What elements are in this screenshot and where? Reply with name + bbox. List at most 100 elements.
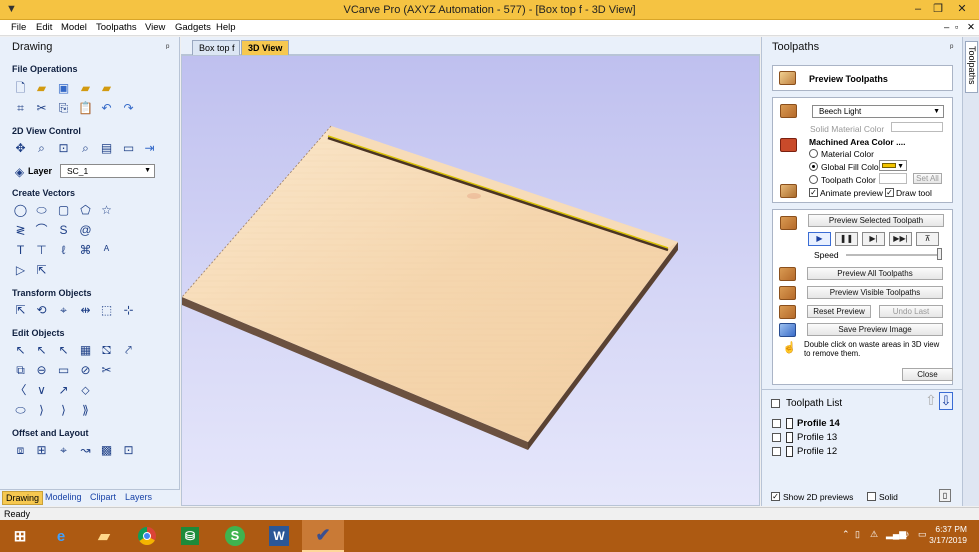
tray-device-icon[interactable]: ▯ [855,529,860,540]
file-explorer-icon[interactable]: ▰ [89,523,119,549]
minimize-button[interactable]: – [908,2,928,17]
solid-checkbox[interactable] [867,492,876,501]
rectangle-icon[interactable]: ▢ [56,202,71,217]
menu-toolpaths[interactable]: Toolpaths [96,22,137,33]
step-forward-button[interactable]: ▶| [862,232,885,246]
trim-icon[interactable]: ⊘ [78,362,93,377]
toolpath-visibility-checkbox[interactable] [772,433,781,442]
close-button[interactable]: Close [902,368,953,381]
text-box-icon[interactable]: ⊤ [34,242,49,257]
trace-bitmap-icon[interactable]: ▷ [13,262,28,277]
dimension-icon[interactable]: ⇱ [34,262,49,277]
tray-action-center-icon[interactable]: ▭ [918,529,927,540]
preview-selected-toolpath-button[interactable]: Preview Selected Toolpath [808,214,944,227]
nesting-icon[interactable]: ▩ [99,442,114,457]
text-icon[interactable]: T [13,242,28,257]
speed-slider-thumb[interactable] [937,248,942,260]
start-windows-icon[interactable]: ⊞ [5,523,35,549]
interactive-select-icon[interactable]: ↖ [56,342,71,357]
tab-box-top[interactable]: Box top f [192,40,240,55]
toolpath-color-picker[interactable] [879,173,907,184]
zoom-extents-icon[interactable]: ⊡ [56,140,71,155]
pan-icon[interactable]: ✥ [13,140,28,155]
arc-icon[interactable]: ⌒ [34,222,49,237]
paste-icon[interactable]: 📋 [78,100,93,115]
offset-icon[interactable]: ⧈ [13,442,28,457]
rulers-icon[interactable]: ▭ [121,140,136,155]
ungroup-icon[interactable]: ⛞ [99,342,114,357]
vcarve-taskbar-icon[interactable]: ✔ [302,520,344,552]
material-color-radio[interactable] [809,149,818,158]
fillet-icon[interactable]: 〈 [13,382,28,397]
curve-fit-icon[interactable]: ⟩ [34,402,49,417]
join-open-icon[interactable]: ⟫ [78,402,93,417]
copy-icon[interactable]: ⎘ [56,100,71,115]
curve-icon[interactable]: S [56,222,71,237]
mirror-icon[interactable]: ⌖ [56,302,71,317]
menu-view[interactable]: View [145,22,165,33]
import-icon[interactable]: ▰ [99,80,114,95]
restore-button[interactable]: ❐ [928,2,948,17]
tab-toolpaths-vertical[interactable]: Toolpaths [965,41,978,93]
pin-icon[interactable]: ᵖ [950,42,953,52]
select-icon[interactable]: ↖ [13,342,28,357]
move-icon[interactable]: ⇱ [13,302,28,317]
auto-layout-text-icon[interactable]: ⌘ [78,242,93,257]
toolpath-visibility-checkbox[interactable] [772,447,781,456]
word-icon[interactable]: W [264,523,294,549]
list-item[interactable]: Profile 14 [762,417,963,431]
polygon-icon[interactable]: ⬠ [78,202,93,217]
collapse-button[interactable]: ⊼ [916,232,939,246]
toolpath-color-radio[interactable] [809,175,818,184]
toolpath-settings-icon[interactable]: ▯ [939,489,951,502]
node-edit-icon[interactable]: ↖ [34,342,49,357]
global-fill-color-radio[interactable] [809,162,818,171]
new-file-icon[interactable]: 🗋 [13,80,28,95]
weld-icon[interactable]: ⧉ [13,362,28,377]
preview-visible-toolpaths-button[interactable]: Preview Visible Toolpaths [807,286,943,299]
toolpath-visibility-checkbox[interactable] [772,419,781,428]
play-button[interactable]: ▶ [808,232,831,246]
preview-all-toolpaths-button[interactable]: Preview All Toolpaths [807,267,943,280]
open-file-icon[interactable]: ▰ [78,80,93,95]
star-icon[interactable]: ☆ [99,202,114,217]
doc-close-button[interactable]: ✕ [967,22,975,33]
open-folder-icon[interactable]: ▰ [34,80,49,95]
ellipse-icon[interactable]: ⬭ [34,202,49,217]
pause-button[interactable]: ❚❚ [835,232,858,246]
close-vector-icon[interactable]: ⬭ [13,402,28,417]
undo-last-button[interactable]: Undo Last [879,305,943,318]
reset-preview-button[interactable]: Reset Preview [807,305,871,318]
redo-icon[interactable]: ↷ [121,100,136,115]
view-toggle-icon[interactable]: ▤ [99,140,114,155]
list-item[interactable]: Profile 12 [762,445,963,459]
list-item[interactable]: Profile 13 [762,431,963,445]
taskbar-clock[interactable]: 6:37 PM 3/17/2019 [929,524,967,546]
3d-viewport[interactable] [181,55,760,506]
draw-tool-checkbox[interactable]: ✓ [885,188,894,197]
zoom-icon[interactable]: ⌕ [34,140,49,155]
subtract-icon[interactable]: ⊖ [34,362,49,377]
text-arc-icon[interactable]: ᴬ [99,242,114,257]
undo-icon[interactable]: ↶ [99,100,114,115]
job-setup-icon[interactable]: ⌗ [13,100,28,115]
tray-network-icon[interactable]: ▂▄▆ [886,529,906,540]
array-copy-icon[interactable]: ⊞ [34,442,49,457]
doc-restore-button[interactable]: ▫ [955,22,958,33]
spiral-icon[interactable]: @ [78,222,93,237]
close-window-button[interactable]: ✕ [952,2,972,17]
join-icon[interactable]: ⬦ [78,382,93,397]
intersect-icon[interactable]: ▭ [56,362,71,377]
dogbone-icon[interactable]: ∨ [34,382,49,397]
menu-model[interactable]: Model [61,22,87,33]
set-all-button[interactable]: Set All [913,173,942,184]
zoom-selected-icon[interactable]: ⌕ [78,140,93,155]
align-icon[interactable]: ⇹ [78,302,93,317]
menu-file[interactable]: File [11,22,26,33]
skip-to-end-button[interactable]: ▶▶| [889,232,912,246]
copy-along-vectors-icon[interactable]: ↝ [78,442,93,457]
chrome-icon[interactable] [132,523,162,549]
tab-modeling[interactable]: Modeling [45,492,82,502]
tab-drawing[interactable]: Drawing [2,491,44,505]
tab-layers[interactable]: Layers [125,492,152,502]
